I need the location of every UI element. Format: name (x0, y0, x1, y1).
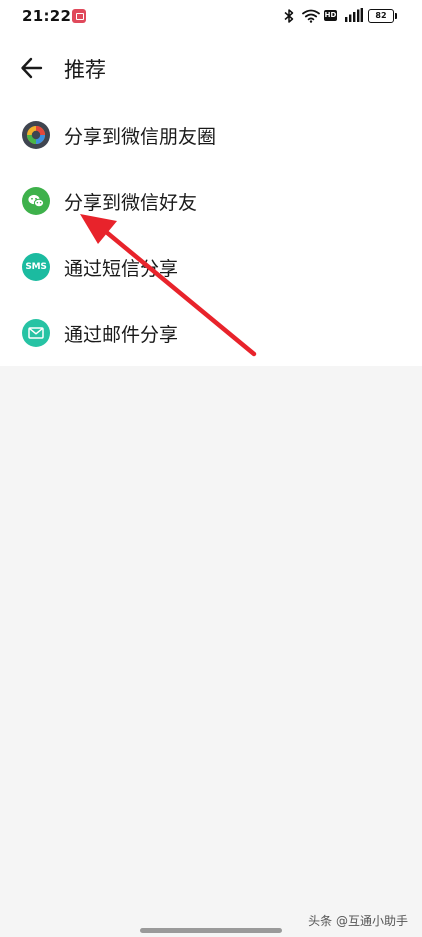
cellular-signal-icon (345, 8, 363, 22)
arrow-left-icon (21, 57, 43, 79)
wechat-moments-icon (22, 121, 50, 149)
page-title: 推荐 (64, 58, 106, 82)
share-sms[interactable]: SMS 通过短信分享 (0, 234, 422, 300)
status-time: 21:22 (22, 7, 72, 25)
share-mail[interactable]: 通过邮件分享 (0, 300, 422, 366)
status-bar: 21:22 HD 82 (0, 0, 422, 34)
wifi-icon (302, 9, 320, 23)
app-notification-icon (72, 9, 86, 23)
share-wechat-moments[interactable]: 分享到微信朋友圈 (0, 102, 422, 168)
back-button[interactable] (14, 52, 50, 84)
share-label: 分享到微信朋友圈 (64, 126, 217, 148)
share-label: 分享到微信好友 (64, 192, 198, 214)
page-header: 推荐 (0, 40, 422, 96)
sms-icon: SMS (22, 253, 50, 281)
hd-network-icon: HD (324, 10, 337, 21)
bluetooth-icon (284, 9, 294, 23)
share-options-list: 分享到微信朋友圈 分享到微信好友 SMS 通过短信分享 通过邮件分享 (0, 102, 422, 366)
share-wechat-friend[interactable]: 分享到微信好友 (0, 168, 422, 234)
share-label: 通过邮件分享 (64, 324, 179, 346)
mail-icon (22, 319, 50, 347)
share-label: 通过短信分享 (64, 258, 179, 280)
watermark-text: 头条 @互通小助手 (308, 914, 408, 928)
battery-icon: 82 (368, 9, 397, 23)
wechat-icon (22, 187, 50, 215)
home-indicator[interactable] (140, 928, 282, 933)
